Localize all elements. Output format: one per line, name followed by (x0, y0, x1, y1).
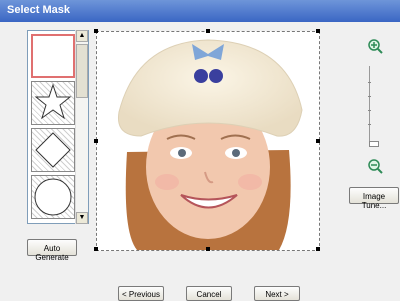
photo-preview-image (97, 32, 319, 250)
title-bar: Select Mask (0, 0, 400, 22)
auto-generate-button[interactable]: Auto Generate (27, 239, 77, 262)
star-shape-icon (34, 83, 72, 120)
circle-shape-icon (34, 178, 72, 216)
diamond-shape-icon (35, 132, 71, 168)
mask-item-rectangle[interactable] (31, 34, 75, 78)
zoom-out-icon[interactable] (367, 158, 383, 174)
mask-item-circle[interactable] (31, 175, 75, 219)
previous-button[interactable]: < Previous (118, 286, 164, 301)
resize-handle[interactable] (206, 29, 210, 33)
resize-handle[interactable] (94, 139, 98, 143)
scrollbar-thumb[interactable] (76, 44, 88, 98)
mask-preview[interactable] (94, 29, 320, 251)
image-tune-button[interactable]: Image Tune... (349, 187, 399, 210)
select-mask-window: Select Mask ▲ ▼ Auto Generate Image Tune… (0, 0, 400, 301)
resize-handle[interactable] (316, 247, 320, 251)
resize-handle[interactable] (316, 29, 320, 33)
scroll-up-icon[interactable]: ▲ (76, 30, 88, 42)
zoom-slider-thumb[interactable] (369, 141, 379, 147)
zoom-tick (368, 82, 371, 83)
zoom-in-icon[interactable] (367, 38, 383, 54)
cancel-button[interactable]: Cancel (186, 286, 232, 301)
resize-handle[interactable] (94, 29, 98, 33)
window-title: Select Mask (7, 4, 70, 16)
next-button[interactable]: Next > (254, 286, 300, 301)
mask-list-scrollbar[interactable]: ▲ ▼ (75, 30, 88, 224)
zoom-tick (368, 96, 371, 97)
resize-handle[interactable] (206, 247, 210, 251)
mask-item-diamond[interactable] (31, 128, 75, 172)
resize-handle[interactable] (94, 247, 98, 251)
mask-item-star[interactable] (31, 81, 75, 125)
zoom-tick (368, 124, 371, 125)
zoom-slider-track[interactable] (369, 66, 370, 144)
scroll-down-icon[interactable]: ▼ (76, 212, 88, 224)
resize-handle[interactable] (316, 139, 320, 143)
zoom-tick (368, 110, 371, 111)
